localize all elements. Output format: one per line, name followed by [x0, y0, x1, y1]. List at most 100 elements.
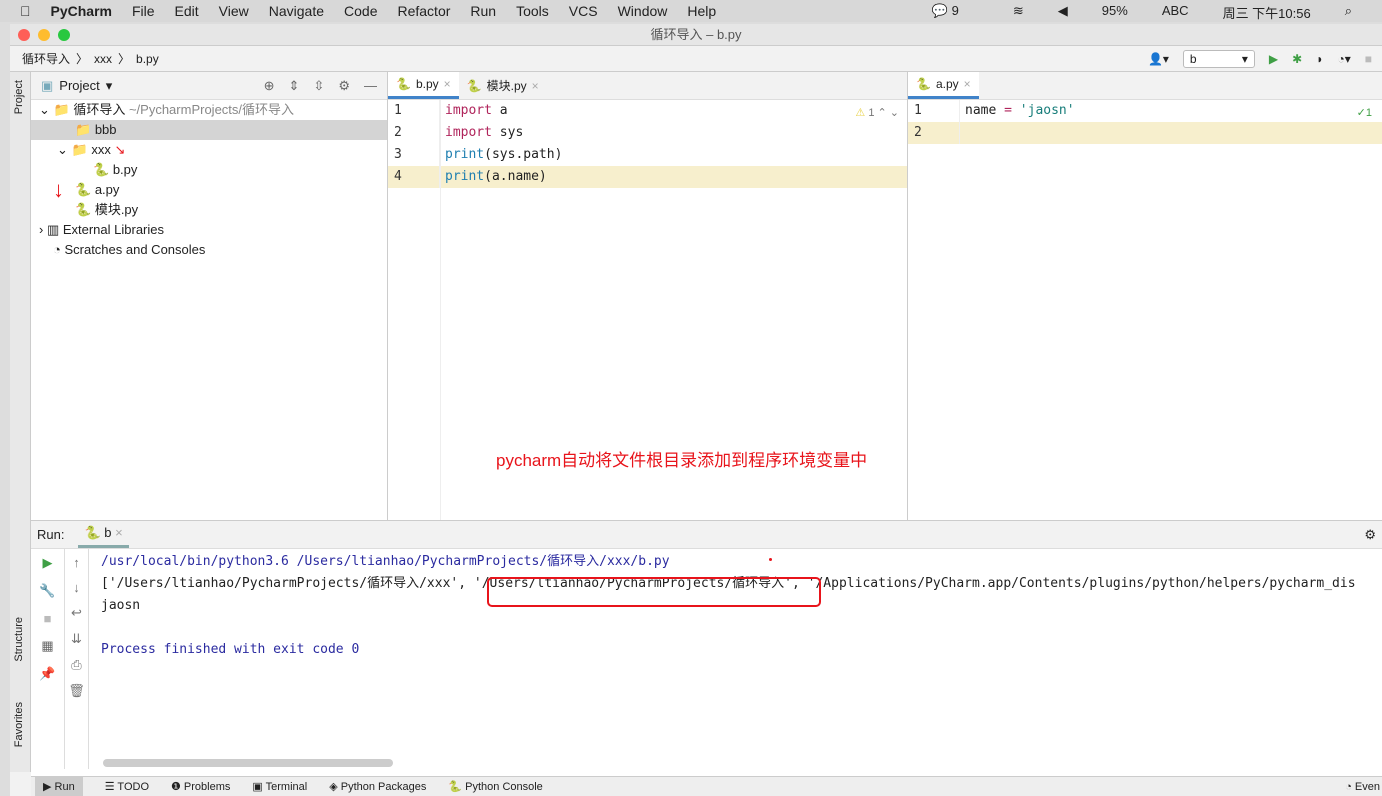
- event-log-tab[interactable]: ◔ Even: [1345, 781, 1382, 793]
- line-number: 1: [908, 100, 960, 122]
- down-icon[interactable]: ↓: [73, 580, 80, 595]
- tool-window-bar: ▶ Run ☰ TODO ❶ Problems ▣ Terminal ◈ Pyt…: [31, 776, 1382, 796]
- tree-label: a.py: [94, 182, 120, 197]
- menu-file[interactable]: File: [132, 3, 155, 19]
- project-tool-tab[interactable]: Project: [13, 80, 25, 114]
- code-line[interactable]: 1 import a: [388, 100, 907, 122]
- gear-icon[interactable]: ⚙: [1364, 527, 1382, 543]
- tab-b-py[interactable]: 🐍 b.py ×: [388, 72, 459, 99]
- tree-file-module[interactable]: 🐍 模块.py: [31, 200, 387, 220]
- red-arrow-annotation: ↓: [53, 177, 64, 202]
- code-token: import: [445, 103, 492, 118]
- battery[interactable]: 95%: [1102, 3, 1128, 22]
- code-line[interactable]: 3 print(sys.path): [388, 144, 907, 166]
- wrench-icon[interactable]: 🔧: [39, 583, 55, 599]
- code-line[interactable]: 2: [908, 122, 1382, 144]
- tree-external-libraries[interactable]: › ▥ External Libraries: [31, 220, 387, 240]
- profile-icon[interactable]: ◔▾: [1337, 52, 1350, 66]
- close-icon[interactable]: ×: [532, 79, 539, 93]
- menu-code[interactable]: Code: [344, 3, 377, 19]
- inspection-widget[interactable]: ⚠ 1 ⌃ ⌄: [855, 106, 899, 119]
- tree-folder-xxx[interactable]: ⌄ 📁 xxx ↘: [31, 140, 387, 160]
- horizontal-scrollbar[interactable]: [103, 759, 393, 767]
- menu-app[interactable]: PyCharm: [51, 3, 112, 19]
- up-icon[interactable]: ↑: [73, 555, 80, 570]
- tree-folder-bbb[interactable]: 📁 bbb: [31, 120, 387, 140]
- hide-icon[interactable]: —: [364, 78, 377, 94]
- code-line[interactable]: 1 name = 'jaosn': [908, 100, 1382, 122]
- trash-icon[interactable]: 🗑: [68, 683, 85, 699]
- close-icon[interactable]: ×: [444, 77, 451, 91]
- gear-icon[interactable]: ⚙: [338, 78, 350, 94]
- menu-run[interactable]: Run: [470, 3, 496, 19]
- tab-label: Python Packages: [340, 781, 427, 793]
- bottom-tab-python-packages[interactable]: ◈ Python Packages: [329, 780, 426, 793]
- tree-label: 模块.py: [94, 202, 139, 217]
- breadcrumb-item[interactable]: xxx: [94, 52, 112, 66]
- debug-icon[interactable]: ✱: [1292, 52, 1302, 66]
- locate-icon[interactable]: ⊕: [264, 78, 275, 94]
- favorites-tool-tab[interactable]: Favorites: [13, 702, 25, 747]
- volume-icon[interactable]: ◀: [1058, 3, 1068, 22]
- code-area[interactable]: 1 import a 2 import sys 3 print(sys.path) 4 pri…: [388, 100, 907, 188]
- menu-navigate[interactable]: Navigate: [269, 3, 324, 19]
- code-token: 'jaosn': [1011, 103, 1075, 118]
- minimize-button[interactable]: [38, 29, 50, 41]
- wifi-icon[interactable]: ≋: [1013, 3, 1024, 22]
- search-icon[interactable]: ⌕: [1345, 3, 1352, 22]
- print-icon[interactable]: ⎙: [71, 657, 81, 673]
- apple-icon[interactable]: : [20, 3, 31, 19]
- breadcrumb-item[interactable]: 循环导入: [22, 50, 70, 67]
- stop-icon[interactable]: ■: [44, 611, 52, 626]
- run-tab-b[interactable]: 🐍 b ×: [78, 521, 129, 548]
- account-icon[interactable]: 👤▾: [1148, 52, 1169, 66]
- tree-root[interactable]: ⌄ 📁 循环导入 ~/PycharmProjects/循环导入: [31, 100, 387, 120]
- red-arrow-annotation: ↘: [114, 142, 126, 157]
- tree-file-b[interactable]: 🐍 b.py: [31, 160, 387, 180]
- code-line[interactable]: 4 print(a.name): [388, 166, 907, 188]
- tab-a-py[interactable]: 🐍 a.py ×: [908, 72, 979, 99]
- pin-icon[interactable]: 📌: [39, 666, 55, 682]
- check-icon: ✓1: [1356, 107, 1372, 119]
- rerun-icon[interactable]: ▶: [43, 555, 53, 571]
- run-icon[interactable]: ▶: [1269, 52, 1278, 66]
- run-config-select[interactable]: b ▾: [1182, 49, 1255, 68]
- coverage-icon[interactable]: ◗: [1316, 52, 1323, 66]
- window-title: 循环导入 – b.py: [650, 27, 742, 42]
- bottom-tab-todo[interactable]: ☰ TODO: [105, 780, 149, 793]
- code-line[interactable]: 2 import sys: [388, 122, 907, 144]
- tree-scratches[interactable]: ◔ Scratches and Consoles: [31, 240, 387, 260]
- bottom-tab-python-console[interactable]: 🐍 Python Console: [448, 780, 542, 793]
- menu-tools[interactable]: Tools: [516, 3, 549, 19]
- tree-file-a[interactable]: ↓ 🐍 a.py: [31, 177, 387, 202]
- code-token: (sys.path): [484, 147, 563, 162]
- zoom-button[interactable]: [58, 29, 70, 41]
- breadcrumb-item[interactable]: b.py: [136, 52, 159, 66]
- menu-window[interactable]: Window: [618, 3, 668, 19]
- stop-icon[interactable]: ■: [1365, 52, 1372, 66]
- expand-all-icon[interactable]: ⇕: [289, 78, 300, 94]
- clock[interactable]: 周三 下午10:56: [1223, 3, 1311, 22]
- project-view-select[interactable]: Project: [59, 78, 99, 93]
- bottom-tab-terminal[interactable]: ▣ Terminal: [252, 780, 307, 793]
- scroll-end-icon[interactable]: ⇊: [71, 631, 82, 647]
- close-icon[interactable]: ×: [115, 525, 123, 540]
- layout-icon[interactable]: ▦: [41, 638, 53, 654]
- menu-edit[interactable]: Edit: [175, 3, 199, 19]
- wechat-icon[interactable]: 💬 9: [932, 3, 979, 22]
- soft-wrap-icon[interactable]: ↩: [71, 605, 82, 621]
- code-area[interactable]: 1 name = 'jaosn' 2: [908, 100, 1382, 144]
- structure-tool-tab[interactable]: Structure: [13, 617, 25, 662]
- menu-view[interactable]: View: [219, 3, 249, 19]
- menu-vcs[interactable]: VCS: [569, 3, 598, 19]
- bottom-tab-run[interactable]: ▶ Run: [35, 777, 83, 796]
- tab-module-py[interactable]: 🐍 模块.py ×: [459, 72, 547, 99]
- bottom-tab-problems[interactable]: ❶ Problems: [171, 780, 230, 793]
- close-icon[interactable]: ×: [964, 77, 971, 91]
- menu-help[interactable]: Help: [687, 3, 716, 19]
- input-method[interactable]: ABC: [1162, 3, 1189, 22]
- close-window-button[interactable]: [18, 29, 30, 41]
- console-line: /usr/local/bin/python3.6 /Users/ltianhao…: [101, 554, 670, 569]
- collapse-all-icon[interactable]: ⇳: [313, 78, 324, 94]
- menu-refactor[interactable]: Refactor: [397, 3, 450, 19]
